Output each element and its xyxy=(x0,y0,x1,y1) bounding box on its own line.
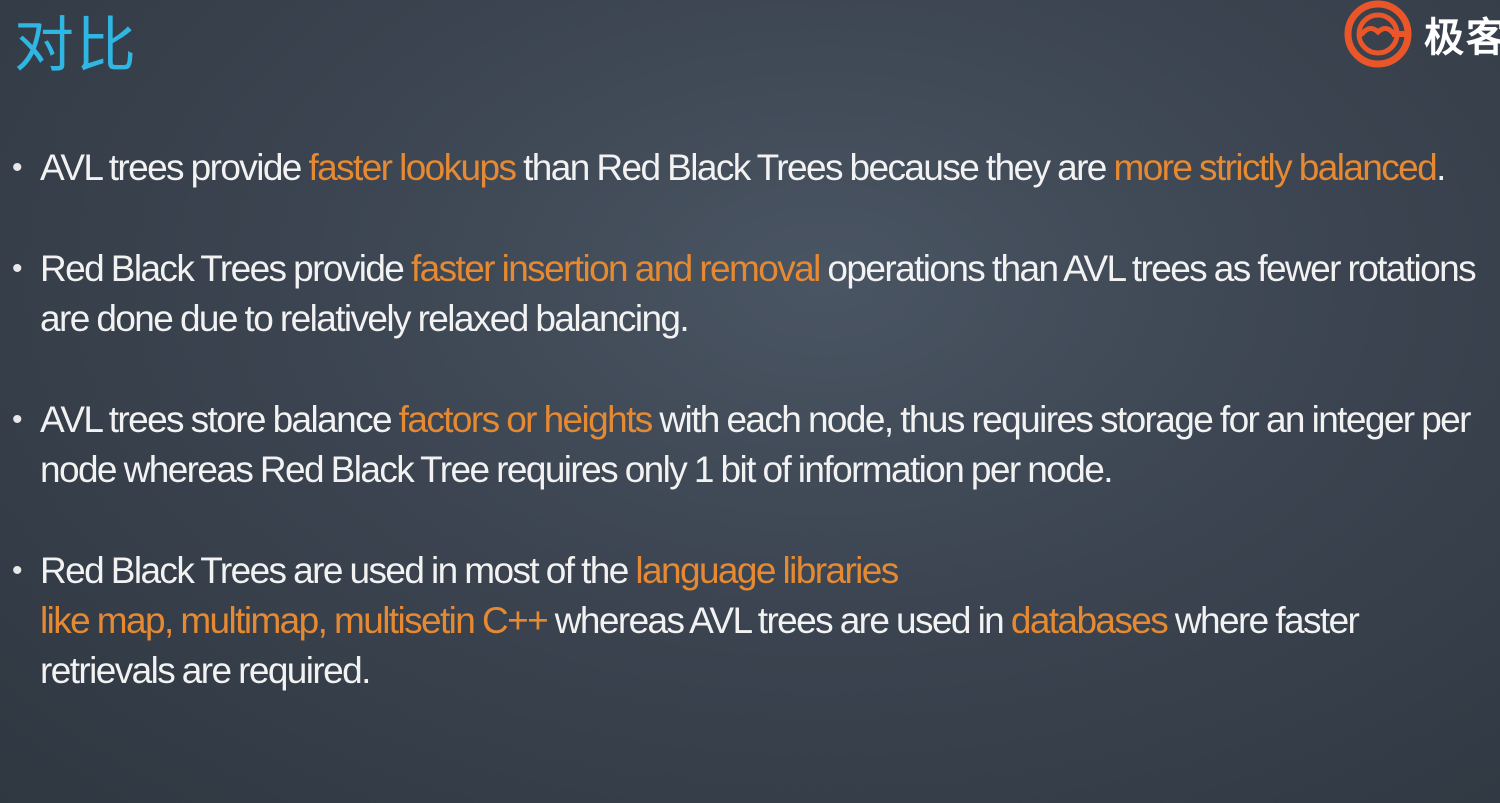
bullet-text: AVL trees store balance factors or heigh… xyxy=(40,399,1471,490)
bullet-item: • Red Black Trees provide faster insertio… xyxy=(12,244,1490,344)
body-text: Red Black Trees provide xyxy=(40,248,411,289)
bullet-text: Red Black Trees provide faster insertion… xyxy=(40,248,1477,339)
body-text: AVL trees store balance xyxy=(40,399,399,440)
bullet-dot-icon: • xyxy=(12,403,22,436)
highlight-text: faster lookups xyxy=(308,147,517,188)
body-text: . xyxy=(1436,147,1446,188)
bullet-dot-icon: • xyxy=(12,252,22,285)
bullet-text: AVL trees provide faster lookups than Re… xyxy=(40,147,1446,188)
bullet-item: • AVL trees store balance factors or heig… xyxy=(12,395,1490,495)
highlight-text: like map, multimap, multisetin C++ xyxy=(40,600,549,641)
slide-title: 对比 xyxy=(14,11,138,81)
body-text: than Red Black Trees because they are xyxy=(515,147,1114,188)
slide: 对比 极客 • AVL trees provide faster lookups … xyxy=(0,0,1500,803)
bullet-item: • AVL trees provide faster lookups than R… xyxy=(12,143,1490,193)
bullet-list: • AVL trees provide faster lookups than R… xyxy=(12,143,1490,696)
body-text: whereas AVL trees are used in xyxy=(547,600,1011,641)
bullet-dot-icon: • xyxy=(12,151,22,184)
logo-g-icon xyxy=(1340,0,1416,68)
highlight-text: more strictly balanced xyxy=(1113,147,1437,188)
highlight-text: factors or heights xyxy=(398,399,654,440)
body-text: AVL trees provide xyxy=(40,147,309,188)
highlight-text: language libraries xyxy=(635,550,899,591)
highlight-text: faster insertion and removal xyxy=(410,248,821,289)
body-text: Red Black Trees are used in most of the xyxy=(40,550,636,591)
bullet-item: • Red Black Trees are used in most of the… xyxy=(12,546,1490,696)
bullet-text: Red Black Trees are used in most of the … xyxy=(40,550,1360,691)
logo-text: 极客 xyxy=(1424,15,1500,61)
highlight-text: databases xyxy=(1010,600,1169,641)
bullet-dot-icon: • xyxy=(12,554,22,587)
logo: 极客 xyxy=(1340,0,1500,68)
